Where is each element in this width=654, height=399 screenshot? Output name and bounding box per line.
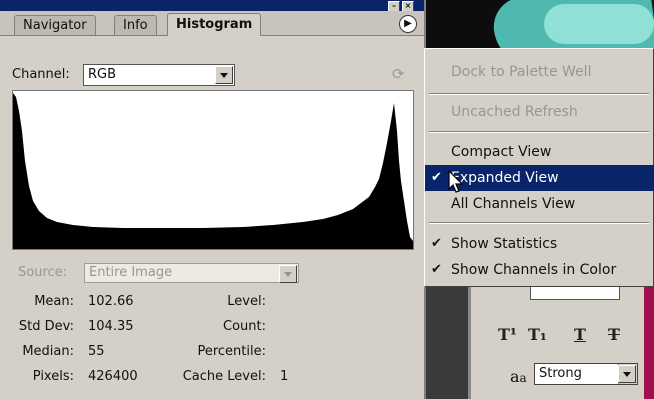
menu-item-label: Dock to Palette Well	[451, 64, 592, 80]
std-dev-label: Std Dev:	[18, 319, 74, 334]
refresh-icon[interactable]: ⟳	[392, 67, 406, 82]
checkmark-icon: ✔	[431, 262, 442, 277]
percentile-label: Percentile:	[197, 344, 266, 359]
document-canvas	[424, 0, 654, 48]
menu-item-label: Compact View	[451, 144, 552, 160]
menu-item-show-statistics[interactable]: ✔ Show Statistics	[425, 231, 654, 257]
menu-divider	[429, 222, 649, 224]
menu-divider	[429, 131, 649, 133]
mean-value: 102.66	[88, 294, 134, 309]
menu-item-show-channels-in-color[interactable]: ✔ Show Channels in Color	[425, 257, 654, 283]
histogram-shape	[13, 93, 413, 249]
histogram-graph	[12, 90, 414, 250]
underline-icon[interactable]: T	[574, 325, 586, 344]
palette-context-menu: Dock to Palette Well Uncached Refresh Co…	[424, 48, 654, 287]
canvas-strip	[644, 287, 654, 399]
source-value: Entire Image	[89, 265, 173, 280]
source-select[interactable]: Entire Image	[84, 263, 299, 283]
channel-select[interactable]: RGB	[83, 64, 235, 86]
anti-alias-select[interactable]: Strong	[534, 363, 638, 385]
mean-label: Mean:	[34, 294, 74, 309]
menu-divider	[429, 93, 649, 95]
canvas-cyan-highlight	[544, 4, 654, 44]
std-dev-value: 104.35	[88, 319, 134, 334]
panel-edge	[424, 287, 468, 399]
menu-item-label: Uncached Refresh	[451, 104, 578, 120]
palette-title-bar: – ×	[0, 0, 424, 12]
menu-item-label: Expanded View	[451, 170, 559, 186]
channel-value: RGB	[88, 67, 117, 82]
checkmark-icon: ✔	[431, 236, 442, 251]
mouse-cursor-icon	[448, 170, 464, 193]
anti-alias-icon: aa	[510, 367, 527, 386]
tab-info[interactable]: Info	[114, 15, 157, 35]
superscript-icon[interactable]: T¹	[498, 325, 517, 344]
channel-label: Channel:	[12, 67, 70, 82]
chevron-down-icon[interactable]	[279, 265, 297, 283]
tab-histogram[interactable]: Histogram	[167, 13, 262, 36]
color-swatch[interactable]	[530, 287, 620, 300]
anti-alias-value: Strong	[539, 366, 582, 381]
character-panel: T¹ T₁ T T aa Strong	[424, 287, 654, 399]
histogram-palette: – × Navigator Info Histogram ▶ Channel: …	[0, 0, 426, 399]
menu-item-uncached-refresh[interactable]: Uncached Refresh	[425, 99, 654, 125]
source-label: Source:	[18, 265, 68, 280]
chevron-down-icon[interactable]	[215, 66, 233, 84]
palette-tabs: Navigator Info Histogram	[0, 11, 424, 36]
tab-navigator[interactable]: Navigator	[14, 15, 96, 35]
pixels-label: Pixels:	[32, 369, 74, 384]
subscript-icon[interactable]: T₁	[528, 325, 547, 344]
menu-item-compact-view[interactable]: Compact View	[425, 139, 654, 165]
cache-level-value: 1	[280, 369, 289, 384]
menu-item-dock[interactable]: Dock to Palette Well	[425, 59, 654, 85]
histogram-svg	[13, 93, 413, 249]
median-value: 55	[88, 344, 105, 359]
chevron-down-icon[interactable]	[618, 364, 637, 384]
level-label: Level:	[227, 294, 266, 309]
median-label: Median:	[22, 344, 74, 359]
menu-item-label: Show Channels in Color	[451, 262, 617, 278]
menu-item-label: All Channels View	[451, 196, 576, 212]
pixels-value: 426400	[88, 369, 138, 384]
strikethrough-icon[interactable]: T	[608, 325, 620, 344]
panel-divider	[468, 287, 471, 399]
checkmark-icon: ✔	[431, 170, 442, 185]
cache-level-label: Cache Level:	[182, 369, 266, 384]
palette-menu-icon[interactable]: ▶	[399, 15, 417, 33]
menu-item-label: Show Statistics	[451, 236, 558, 252]
menu-item-all-channels-view[interactable]: All Channels View	[425, 191, 654, 217]
count-label: Count:	[223, 319, 266, 334]
